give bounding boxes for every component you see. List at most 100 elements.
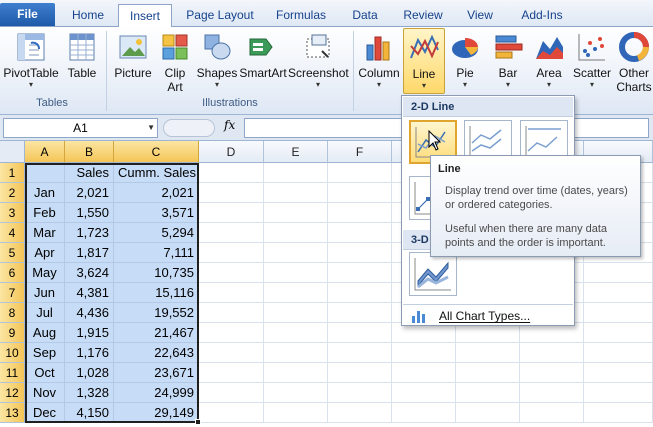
cell-b5[interactable]: 1,817: [65, 243, 114, 263]
row-header-6[interactable]: 6: [0, 263, 25, 283]
cell-b4[interactable]: 1,723: [65, 223, 114, 243]
select-all-corner[interactable]: [0, 141, 25, 163]
cell-a10[interactable]: Sep: [25, 343, 65, 363]
row-header-2[interactable]: 2: [0, 183, 25, 203]
cell[interactable]: [264, 183, 328, 203]
cell[interactable]: [392, 343, 456, 363]
row-header-7[interactable]: 7: [0, 283, 25, 303]
tab-page-layout[interactable]: Page Layout: [180, 4, 260, 27]
cell[interactable]: [264, 303, 328, 323]
row-header-10[interactable]: 10: [0, 343, 25, 363]
row-header-12[interactable]: 12: [0, 383, 25, 403]
column-header-a[interactable]: A: [25, 141, 65, 163]
cell-b7[interactable]: 4,381: [65, 283, 114, 303]
cell[interactable]: [264, 203, 328, 223]
cell[interactable]: [328, 403, 392, 423]
cell[interactable]: [584, 323, 653, 343]
cell-c6[interactable]: 10,735: [114, 263, 199, 283]
row-header-9[interactable]: 9: [0, 323, 25, 343]
cell-b12[interactable]: 1,328: [65, 383, 114, 403]
cell[interactable]: [264, 403, 328, 423]
cell[interactable]: [328, 183, 392, 203]
pie-chart-button[interactable]: Pie ▾: [447, 31, 483, 90]
cell-c7[interactable]: 15,116: [114, 283, 199, 303]
tab-home[interactable]: Home: [62, 4, 114, 27]
other-charts-button[interactable]: Other Charts: [614, 31, 653, 94]
cell[interactable]: [456, 343, 520, 363]
tab-formulas[interactable]: Formulas: [270, 4, 332, 27]
cell-b2[interactable]: 2,021: [65, 183, 114, 203]
cell-c1[interactable]: Cumm. Sales: [114, 163, 199, 183]
table-button[interactable]: Table: [62, 31, 102, 80]
tab-insert[interactable]: Insert: [118, 4, 172, 28]
cell[interactable]: [328, 243, 392, 263]
cell[interactable]: [199, 223, 264, 243]
cell[interactable]: [328, 383, 392, 403]
cell-a8[interactable]: Jul: [25, 303, 65, 323]
cell[interactable]: [456, 403, 520, 423]
cell[interactable]: [584, 303, 653, 323]
cell-b1[interactable]: Sales: [65, 163, 114, 183]
cell-a9[interactable]: Aug: [25, 323, 65, 343]
row-header-1[interactable]: 1: [0, 163, 25, 183]
cell[interactable]: [328, 323, 392, 343]
screenshot-button[interactable]: Screenshot ▾: [288, 31, 349, 90]
cell[interactable]: [264, 323, 328, 343]
cell[interactable]: [199, 323, 264, 343]
cell-a6[interactable]: May: [25, 263, 65, 283]
cell[interactable]: [456, 363, 520, 383]
cell-c9[interactable]: 21,467: [114, 323, 199, 343]
cell[interactable]: [328, 363, 392, 383]
cell[interactable]: [199, 243, 264, 263]
cell[interactable]: [264, 243, 328, 263]
cell[interactable]: [199, 383, 264, 403]
cell[interactable]: [520, 343, 584, 363]
cell-a7[interactable]: Jun: [25, 283, 65, 303]
cell-c2[interactable]: 2,021: [114, 183, 199, 203]
line-chart-button[interactable]: Line ▾: [403, 28, 445, 94]
shapes-button[interactable]: Shapes ▾: [195, 31, 239, 90]
cell[interactable]: [520, 383, 584, 403]
cell[interactable]: [328, 163, 392, 183]
column-chart-button[interactable]: Column ▾: [356, 31, 402, 90]
cell-c11[interactable]: 23,671: [114, 363, 199, 383]
cell[interactable]: [584, 403, 653, 423]
column-header-e[interactable]: E: [264, 141, 328, 163]
3d-line-thumb[interactable]: [409, 252, 457, 296]
fill-handle[interactable]: [195, 419, 201, 425]
cell-c12[interactable]: 24,999: [114, 383, 199, 403]
cell-a13[interactable]: Dec: [25, 403, 65, 423]
cell-b11[interactable]: 1,028: [65, 363, 114, 383]
bar-chart-button[interactable]: Bar ▾: [488, 31, 528, 90]
cell[interactable]: [264, 363, 328, 383]
cell-a5[interactable]: Apr: [25, 243, 65, 263]
cell[interactable]: [199, 283, 264, 303]
tab-add-ins[interactable]: Add-Ins: [512, 4, 572, 27]
tab-view[interactable]: View: [458, 4, 502, 27]
cell[interactable]: [584, 263, 653, 283]
scatter-chart-button[interactable]: Scatter ▾: [571, 31, 613, 90]
cell-a4[interactable]: Mar: [25, 223, 65, 243]
cell[interactable]: [456, 383, 520, 403]
cell-a2[interactable]: Jan: [25, 183, 65, 203]
row-header-11[interactable]: 11: [0, 363, 25, 383]
insert-function-button[interactable]: fx: [224, 118, 235, 132]
row-header-8[interactable]: 8: [0, 303, 25, 323]
cell-a11[interactable]: Oct: [25, 363, 65, 383]
smartart-button[interactable]: SmartArt: [238, 31, 288, 80]
cell[interactable]: [584, 383, 653, 403]
cell-a1[interactable]: [25, 163, 65, 183]
cell[interactable]: [328, 343, 392, 363]
cell[interactable]: [199, 343, 264, 363]
row-header-13[interactable]: 13: [0, 403, 25, 423]
column-header-c[interactable]: C: [114, 141, 199, 163]
cell[interactable]: [199, 303, 264, 323]
column-header-d[interactable]: D: [199, 141, 264, 163]
clip-art-button[interactable]: Clip Art: [158, 31, 192, 94]
cell[interactable]: [392, 363, 456, 383]
column-header-b[interactable]: B: [65, 141, 114, 163]
cell-c5[interactable]: 7,111: [114, 243, 199, 263]
cell[interactable]: [264, 383, 328, 403]
cell[interactable]: [199, 363, 264, 383]
cell[interactable]: [328, 203, 392, 223]
